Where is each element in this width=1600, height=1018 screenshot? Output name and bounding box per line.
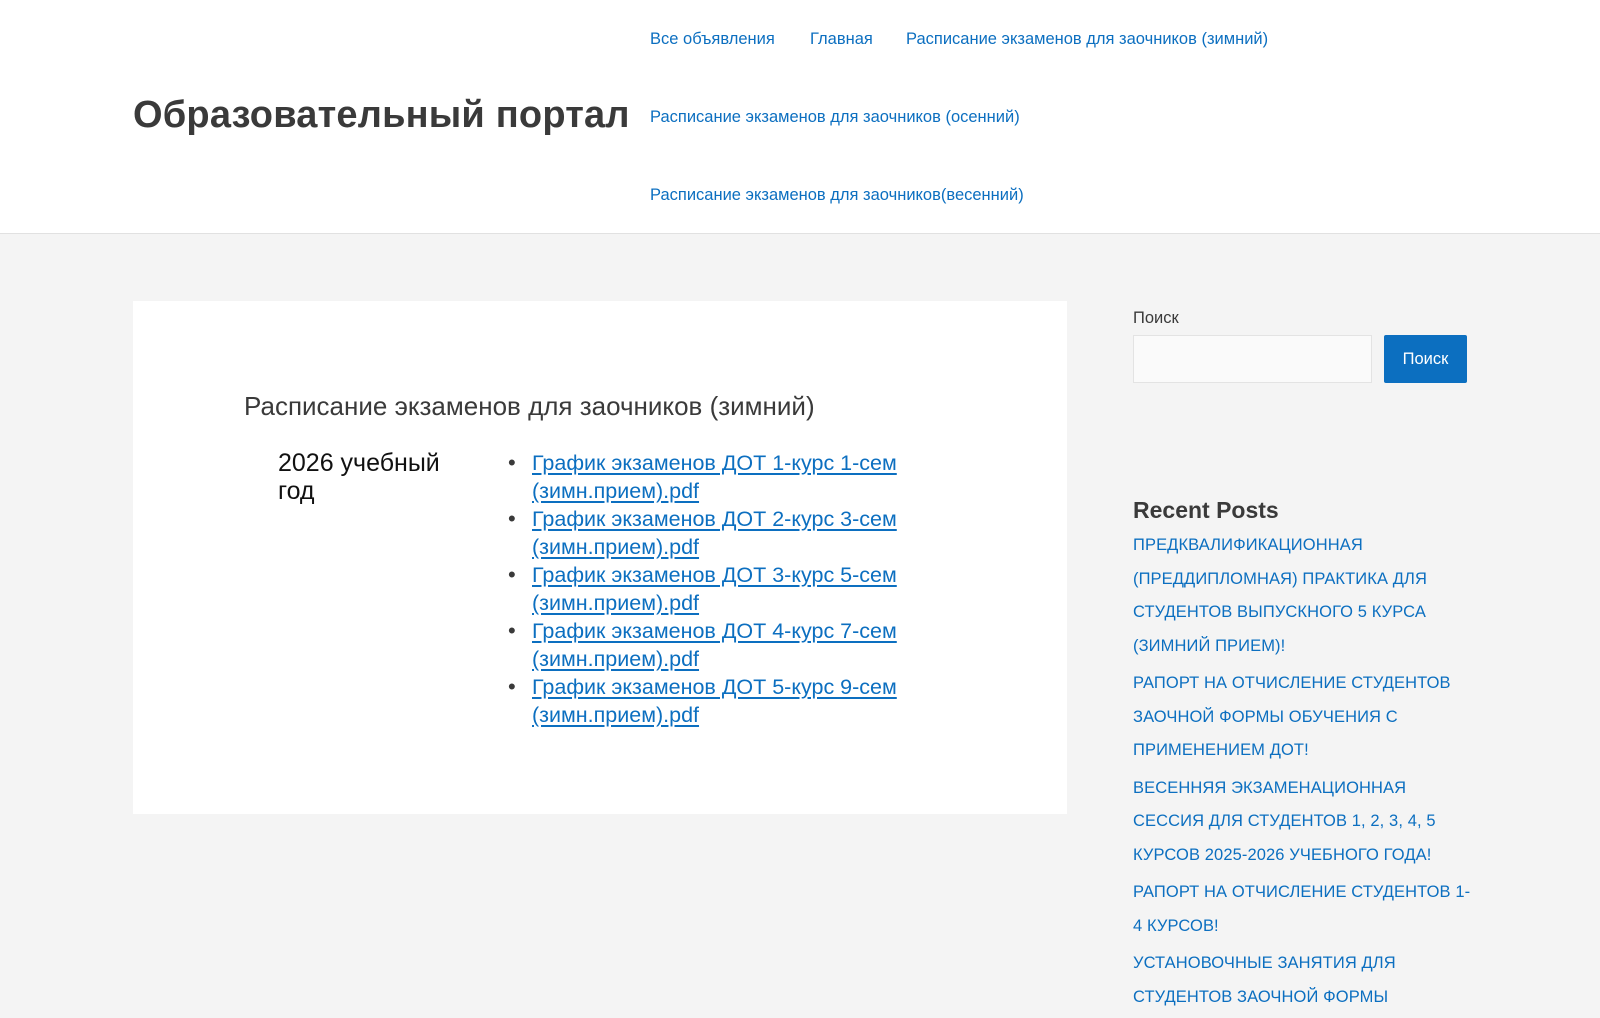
recent-post-link[interactable]: Весенняя экзаменационная сессия для студ… <box>1133 779 1436 864</box>
nav-schedule-autumn[interactable]: Расписание экзаменов для заочников (осен… <box>650 108 1020 127</box>
content-card: Расписание экзаменов для заочников (зимн… <box>133 301 1067 814</box>
bullet-icon: • <box>508 562 516 587</box>
search-label: Поиск <box>1133 309 1179 327</box>
site-title[interactable]: Образовательный портал <box>133 94 630 137</box>
recent-posts-list: Предквалификационная (преддипломная) пра… <box>1133 529 1473 1018</box>
file-list: • График экзаменов ДОТ 1-курс 1-сем (зимн… <box>508 449 928 729</box>
recent-post-link[interactable]: Установочные занятия для студентов заочн… <box>1133 954 1396 1006</box>
recent-posts-title: Recent Posts <box>1133 497 1279 523</box>
page-title: Расписание экзаменов для заочников (зимн… <box>244 391 815 421</box>
bullet-icon: • <box>508 450 516 475</box>
file-list-item: • График экзаменов ДОТ 3-курс 5-сем (зимн… <box>508 561 928 617</box>
recent-post-item: Установочные занятия для студентов заочн… <box>1133 947 1473 1014</box>
academic-year-label: 2026 учебный год <box>278 449 440 505</box>
file-link[interactable]: График экзаменов ДОТ 5-курс 9-сем (зимн.… <box>532 675 897 727</box>
search-button[interactable]: Поиск <box>1384 335 1467 383</box>
file-list-item: • График экзаменов ДОТ 4-курс 7-сем (зимн… <box>508 617 928 673</box>
bullet-icon: • <box>508 506 516 531</box>
search-input[interactable] <box>1133 335 1372 383</box>
nav-all-announcements[interactable]: Все объявления <box>650 30 775 49</box>
recent-post-item: Рапорт на отчисление студентов 1-4 курсо… <box>1133 876 1473 943</box>
recent-post-link[interactable]: Рапорт на отчисление студентов заочной ф… <box>1133 674 1451 759</box>
recent-post-link[interactable]: Рапорт на отчисление студентов 1-4 курсо… <box>1133 883 1470 935</box>
file-list-item: • График экзаменов ДОТ 1-курс 1-сем (зимн… <box>508 449 928 505</box>
recent-post-item: Весенняя экзаменационная сессия для студ… <box>1133 772 1473 873</box>
file-link[interactable]: График экзаменов ДОТ 4-курс 7-сем (зимн.… <box>532 619 897 671</box>
file-link[interactable]: График экзаменов ДОТ 3-курс 5-сем (зимн.… <box>532 563 897 615</box>
bullet-icon: • <box>508 674 516 699</box>
recent-post-item: Рапорт на отчисление студентов заочной ф… <box>1133 667 1473 768</box>
recent-post-item: Предквалификационная (преддипломная) пра… <box>1133 529 1473 663</box>
site-header: Образовательный портал Все объявления Гл… <box>0 0 1600 234</box>
file-list-item: • График экзаменов ДОТ 2-курс 3-сем (зимн… <box>508 505 928 561</box>
nav-home[interactable]: Главная <box>810 30 873 49</box>
file-list-item: • График экзаменов ДОТ 5-курс 9-сем (зимн… <box>508 673 928 729</box>
bullet-icon: • <box>508 618 516 643</box>
file-link[interactable]: График экзаменов ДОТ 2-курс 3-сем (зимн.… <box>532 507 897 559</box>
file-link[interactable]: График экзаменов ДОТ 1-курс 1-сем (зимн.… <box>532 451 897 503</box>
nav-schedule-spring[interactable]: Расписание экзаменов для заочников(весен… <box>650 186 1024 205</box>
nav-schedule-winter[interactable]: Расписание экзаменов для заочников (зимн… <box>906 30 1268 49</box>
recent-post-link[interactable]: Предквалификационная (преддипломная) пра… <box>1133 536 1427 655</box>
